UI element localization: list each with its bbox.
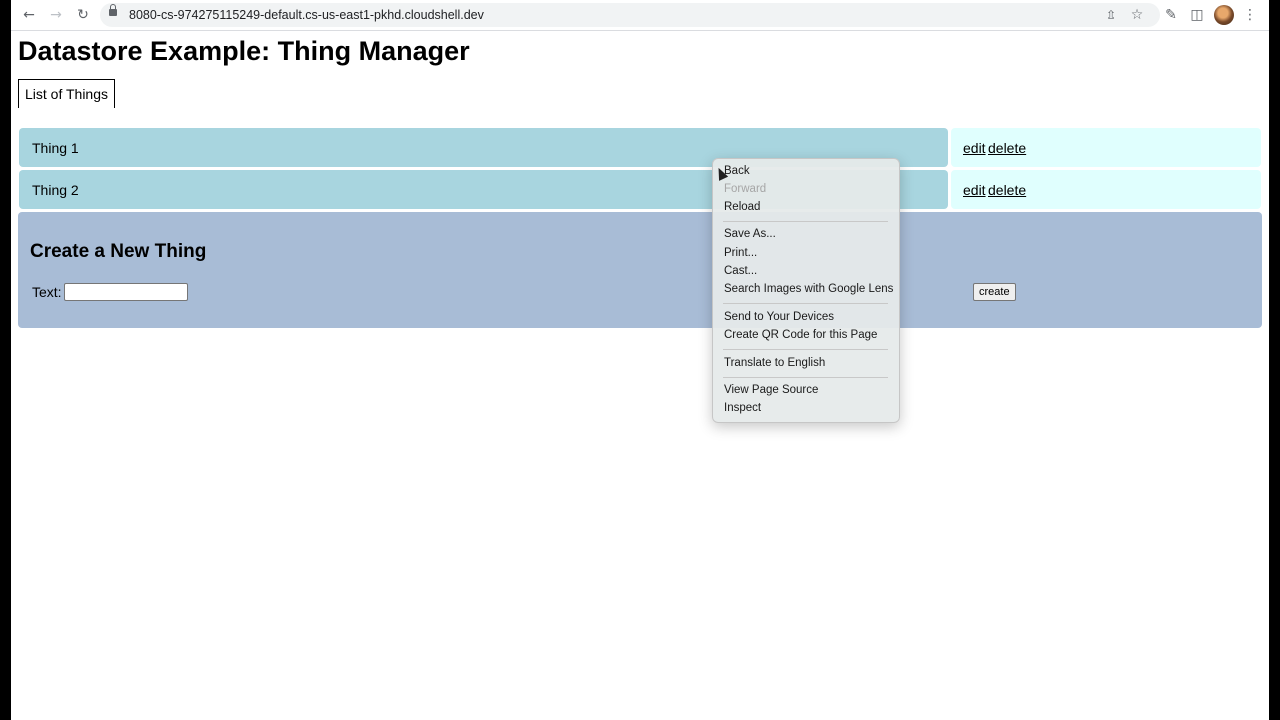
menu-item-translate[interactable]: Translate to English (724, 357, 825, 369)
tab-list-of-things[interactable]: List of Things (18, 79, 116, 108)
menu-item-forward[interactable]: Forward (724, 183, 766, 195)
back-icon[interactable]: ← (19, 5, 39, 25)
menu-item-send-to-devices[interactable]: Send to Your Devices (724, 311, 834, 323)
menu-separator (723, 221, 888, 222)
thing-actions: edit delete (951, 170, 1261, 209)
forward-icon[interactable]: → (46, 5, 66, 25)
menu-item-view-source[interactable]: View Page Source (724, 384, 818, 396)
page-content: Datastore Example: Thing Manager List of… (11, 31, 1269, 720)
create-button[interactable]: create (973, 283, 1016, 301)
star-icon[interactable]: ☆ (1127, 5, 1147, 25)
menu-item-google-lens[interactable]: Search Images with Google Lens (724, 283, 893, 295)
create-heading: Create a New Thing (30, 241, 207, 262)
menu-item-cast[interactable]: Cast... (724, 265, 757, 277)
reload-icon[interactable]: ↻ (73, 5, 93, 25)
delete-link[interactable]: delete (988, 140, 1026, 156)
text-input[interactable] (64, 283, 188, 301)
text-label: Text: (32, 284, 62, 300)
menu-separator (723, 377, 888, 378)
share-icon[interactable]: ⇫ (1101, 5, 1121, 25)
menu-item-save-as[interactable]: Save As... (724, 228, 776, 240)
menu-item-qr-code[interactable]: Create QR Code for this Page (724, 329, 877, 341)
menu-item-inspect[interactable]: Inspect (724, 402, 761, 414)
browser-window: ← → ↻ 8080-cs-974275115249-default.cs-us… (11, 0, 1269, 720)
create-panel: Create a New Thing Text: create (18, 212, 1262, 328)
extensions-icon[interactable]: ✎ (1161, 5, 1181, 25)
address-bar[interactable]: 8080-cs-974275115249-default.cs-us-east1… (100, 3, 1160, 27)
page-title: Datastore Example: Thing Manager (18, 36, 470, 66)
avatar[interactable] (1214, 5, 1234, 25)
menu-separator (723, 349, 888, 350)
thing-name: Thing 1 (32, 140, 79, 156)
menu-item-print[interactable]: Print... (724, 247, 757, 259)
context-menu: Back Forward Reload Save As... Print... … (712, 158, 900, 423)
side-panel-icon[interactable]: ◫ (1187, 5, 1207, 25)
thing-actions: edit delete (951, 128, 1261, 167)
edit-link[interactable]: edit (963, 182, 986, 198)
more-icon[interactable]: ⋮ (1240, 5, 1260, 25)
lock-icon[interactable] (109, 4, 117, 16)
url-text[interactable]: 8080-cs-974275115249-default.cs-us-east1… (129, 8, 484, 22)
delete-link[interactable]: delete (988, 182, 1026, 198)
edit-link[interactable]: edit (963, 140, 986, 156)
thing-name: Thing 2 (32, 182, 79, 198)
menu-separator (723, 303, 888, 304)
menu-item-reload[interactable]: Reload (724, 201, 760, 213)
browser-toolbar: ← → ↻ 8080-cs-974275115249-default.cs-us… (11, 0, 1269, 31)
